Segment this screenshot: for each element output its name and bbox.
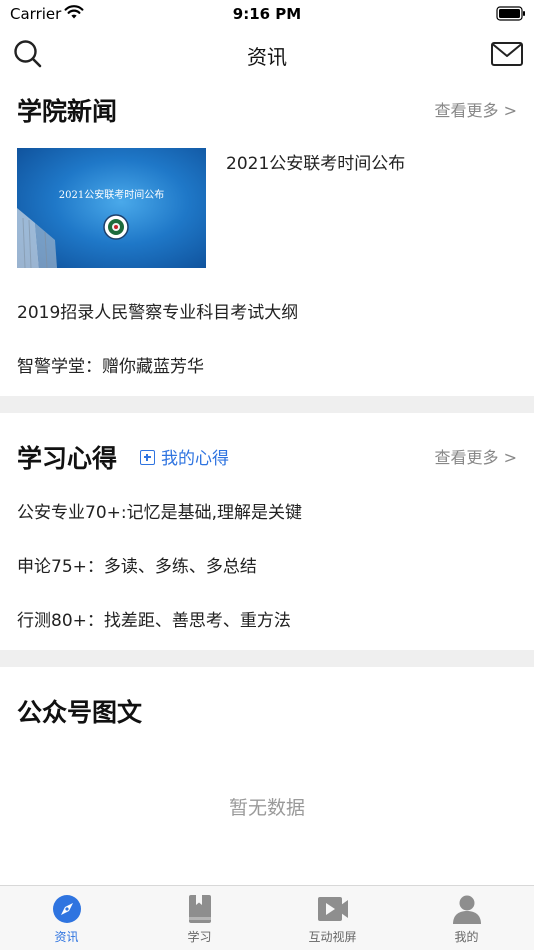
nav-bar: 资讯 [0, 30, 534, 76]
tab-label: 互动视屏 [308, 930, 357, 944]
thumbnail-caption: 2021公安联考时间公布 [58, 190, 165, 201]
study-note-item[interactable]: 行测80+：找差距、善思考、重方法 [17, 606, 291, 631]
study-note-item[interactable]: 申论75+：多读、多练、多总结 [17, 552, 257, 577]
police-emblem-icon [103, 214, 129, 240]
video-icon [317, 897, 348, 921]
tab-bar: 资讯 学习 互动视屏 我的 [0, 885, 534, 950]
news-headline[interactable]: 2021公安联考时间公布 [226, 149, 405, 174]
person-icon [452, 895, 481, 924]
my-notes-label: 我的心得 [161, 449, 229, 469]
news-item[interactable]: 2019招录人民警察专业科目考试大纲 [17, 298, 298, 323]
plus-box-icon [140, 450, 155, 465]
news-item[interactable]: 智警学堂：赠你藏蓝芳华 [17, 352, 204, 377]
tab-study[interactable]: 学习 [133, 886, 266, 950]
empty-state-text: 暂无数据 [228, 797, 305, 819]
tab-news[interactable]: 资讯 [0, 886, 133, 950]
my-notes-button[interactable]: 我的心得 [140, 444, 229, 469]
tab-interactive-video[interactable]: 互动视屏 [266, 886, 399, 950]
book-icon [188, 895, 211, 923]
tab-label: 资讯 [54, 930, 79, 944]
study-notes-title: 学习心得 [17, 444, 118, 473]
study-notes-more-link[interactable]: 查看更多 > [435, 444, 518, 468]
page-title: 资讯 [247, 45, 287, 69]
official-account-title: 公众号图文 [17, 698, 143, 727]
mail-icon[interactable] [490, 40, 524, 68]
section-divider [0, 396, 534, 413]
study-note-item[interactable]: 公安专业70+:记忆是基础,理解是关键 [17, 498, 302, 523]
college-news-more-link[interactable]: 查看更多 > [435, 97, 518, 121]
section-divider [0, 650, 534, 667]
news-thumbnail[interactable]: 2021公安联考时间公布 [17, 148, 206, 268]
college-news-title: 学院新闻 [17, 97, 118, 126]
status-time: 9:16 PM [232, 5, 302, 23]
battery-icon [496, 6, 525, 21]
building-graphic [17, 208, 57, 268]
compass-icon [52, 895, 81, 923]
status-bar: Carrier 9:16 PM [0, 0, 534, 28]
tab-label: 我的 [454, 930, 479, 944]
tab-profile[interactable]: 我的 [400, 886, 533, 950]
tab-label: 学习 [187, 930, 212, 944]
